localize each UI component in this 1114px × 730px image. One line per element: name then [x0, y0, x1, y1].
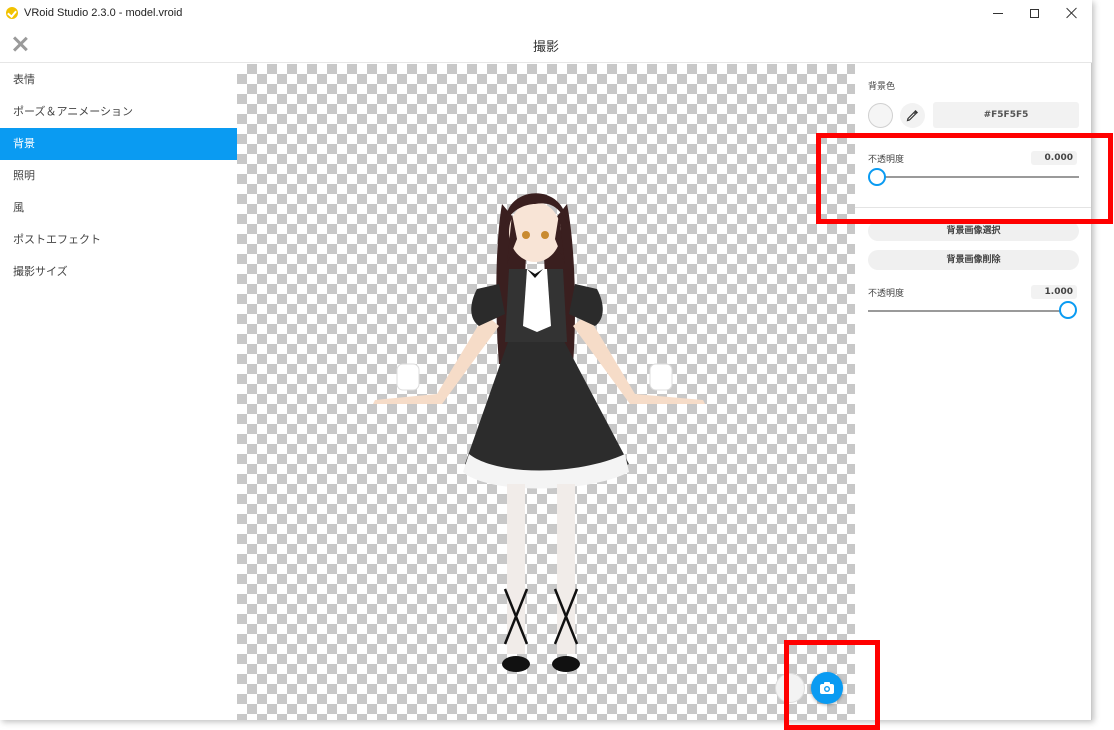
- character-model: [373, 193, 705, 672]
- sidebar-item-post-effect[interactable]: ポストエフェクト: [0, 224, 237, 256]
- sidebar-item-lighting[interactable]: 照明: [0, 160, 237, 192]
- sidebar-item-background[interactable]: 背景: [0, 128, 237, 160]
- page-title: 撮影: [532, 40, 559, 55]
- app-header: 撮影: [0, 26, 1092, 63]
- sidebar-item-pose-animation[interactable]: ポーズ＆アニメーション: [0, 96, 237, 128]
- sidebar-item-wind[interactable]: 風: [0, 192, 237, 224]
- delete-bg-image-button[interactable]: 背景画像削除: [868, 250, 1079, 270]
- eyedropper-button[interactable]: [900, 103, 925, 128]
- sidebar-item-expression[interactable]: 表情: [0, 64, 237, 96]
- bg-image-opacity-value[interactable]: 1.000: [1031, 285, 1077, 299]
- maximize-icon: [1029, 8, 1039, 18]
- title-bar: VRoid Studio 2.3.0 - model.vroid: [0, 0, 1092, 26]
- bg-image-opacity-label: 不透明度: [868, 289, 905, 299]
- window-title: VRoid Studio 2.3.0 - model.vroid: [24, 7, 183, 19]
- vroid-logo-icon: [6, 7, 18, 19]
- camera-viewport[interactable]: [237, 64, 855, 720]
- sidebar: 表情 ポーズ＆アニメーション 背景 照明 風 ポストエフェクト 撮影サイズ: [0, 64, 237, 720]
- close-window-button[interactable]: [1052, 0, 1092, 26]
- close-icon: [1066, 7, 1078, 19]
- minimize-icon: [993, 12, 1003, 14]
- color-swatch[interactable]: [868, 103, 893, 128]
- bg-color-label: 背景色: [868, 82, 896, 92]
- annotation-box-camera: [784, 640, 880, 730]
- minimize-button[interactable]: [978, 0, 1018, 26]
- app-window: VRoid Studio 2.3.0 - model.vroid 撮影 表情 ポ…: [0, 0, 1092, 720]
- select-bg-image-button[interactable]: 背景画像選択: [868, 221, 1079, 241]
- bg-image-opacity-thumb[interactable]: [1059, 301, 1077, 319]
- maximize-button[interactable]: [1014, 0, 1054, 26]
- sidebar-item-shot-size[interactable]: 撮影サイズ: [0, 256, 237, 288]
- annotation-box-opacity: [816, 133, 1113, 224]
- eyedropper-icon: [906, 110, 918, 122]
- bg-image-opacity-track[interactable]: [868, 310, 1070, 312]
- color-hex-input[interactable]: #F5F5F5: [933, 102, 1079, 128]
